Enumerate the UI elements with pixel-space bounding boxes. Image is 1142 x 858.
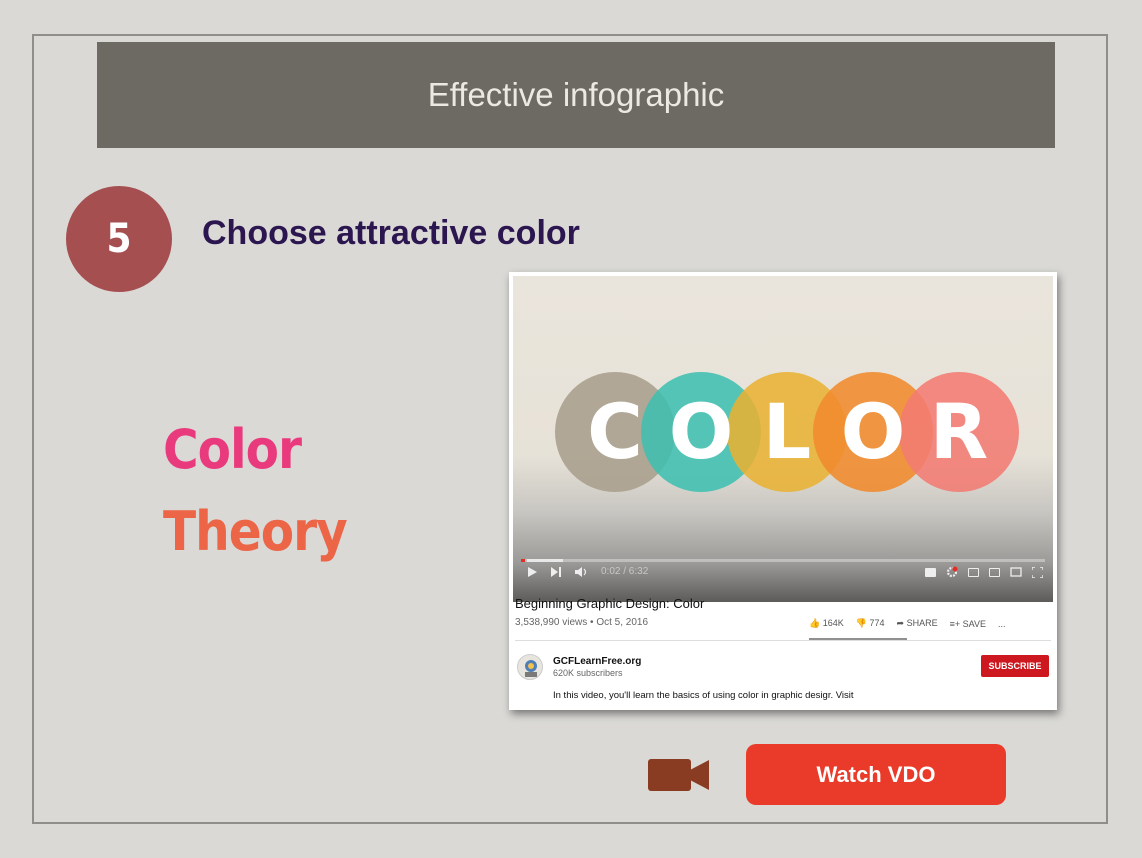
video-actions: 👍 164K 👎 774 ➦ SHARE ≡+ SAVE ... <box>809 618 1006 629</box>
channel-subscribers: 620K subscribers <box>553 668 623 678</box>
logo-letter: R <box>930 387 989 476</box>
logo-letter: O <box>669 387 734 476</box>
video-title[interactable]: Beginning Graphic Design: Color <box>515 596 704 611</box>
channel-name[interactable]: GCFLearnFree.org <box>553 656 641 667</box>
cast-icon[interactable] <box>1010 567 1022 577</box>
save-label: SAVE <box>962 618 986 629</box>
player-controls-right <box>925 566 1043 578</box>
volume-icon[interactable] <box>575 566 587 577</box>
subscribe-button[interactable]: SUBSCRIBE <box>981 655 1049 677</box>
video-player[interactable]: COLOR 0:02 / 6:32 <box>513 276 1053 602</box>
share-icon: ➦ <box>896 618 905 628</box>
channel-avatar[interactable] <box>517 654 543 680</box>
divider <box>515 640 1051 641</box>
slide-title-bar: Effective infographic <box>97 42 1055 148</box>
video-meta: 3,538,990 views • Oct 5, 2016 <box>515 617 649 628</box>
watch-video-label: Watch VDO <box>816 761 936 787</box>
topic-word-color: Color <box>163 418 302 481</box>
logo-letter: O <box>841 387 906 476</box>
dislike-button[interactable]: 👎 774 <box>856 618 885 629</box>
progress-fill <box>521 559 525 562</box>
video-camera-icon <box>648 759 709 791</box>
progress-bar[interactable] <box>521 559 1045 562</box>
share-button[interactable]: ➦ SHARE <box>897 618 938 629</box>
progress-buffer <box>527 559 563 562</box>
logo-letter: L <box>763 387 811 476</box>
watch-video-button[interactable]: Watch VDO <box>746 744 1006 805</box>
topic-word-theory: Theory <box>163 500 348 563</box>
video-screenshot[interactable]: COLOR 0:02 / 6:32 Beginning Graphic Desi… <box>509 272 1057 710</box>
like-button[interactable]: 👍 164K <box>809 618 844 629</box>
fullscreen-icon[interactable] <box>1032 566 1043 578</box>
step-heading: Choose attractive color <box>202 214 580 252</box>
thumbs-up-icon: 👍 <box>809 618 821 628</box>
theater-icon[interactable] <box>989 567 1000 577</box>
settings-icon[interactable] <box>946 566 958 578</box>
video-description: In this video, you'll learn the basics o… <box>553 690 854 701</box>
captions-icon[interactable] <box>925 567 936 577</box>
thumbs-down-icon: 👎 <box>855 618 867 628</box>
player-controls-left: 0:02 / 6:32 <box>527 566 648 577</box>
dislike-count: 774 <box>869 618 885 628</box>
play-icon[interactable] <box>527 566 537 577</box>
save-icon: ≡+ <box>949 618 961 629</box>
like-count: 164K <box>822 618 844 628</box>
step-number-badge: 5 <box>66 186 172 292</box>
miniplayer-icon[interactable] <box>968 567 979 577</box>
color-logo: COLOR <box>555 372 1019 492</box>
logo-letter: C <box>587 387 643 476</box>
save-button[interactable]: ≡+ SAVE <box>950 619 986 629</box>
slide-title: Effective infographic <box>427 76 725 113</box>
time-display: 0:02 / 6:32 <box>601 566 649 577</box>
more-button[interactable]: ... <box>998 619 1006 629</box>
share-label: SHARE <box>906 618 938 628</box>
step-number: 5 <box>106 216 132 262</box>
next-icon[interactable] <box>551 566 561 577</box>
